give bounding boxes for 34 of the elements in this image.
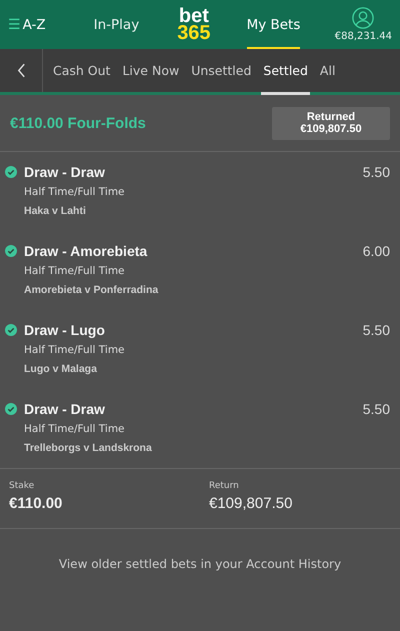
- account-history-link[interactable]: View older settled bets in your Account History: [58, 557, 342, 571]
- bets-tab[interactable]: Live Now: [120, 49, 182, 95]
- selection-name: Draw - Lugo: [24, 322, 105, 338]
- market-name: Half Time/Full Time: [24, 265, 126, 277]
- bets-tab[interactable]: Settled: [261, 49, 310, 95]
- selection-name: Draw - Draw: [24, 164, 105, 180]
- event-name: Trelleborgs v Landskrona: [24, 442, 153, 454]
- selection-odds: 5.50: [362, 322, 390, 338]
- stake-amount: €110.00: [9, 495, 64, 512]
- bet-title: €110.00 Four-Folds: [10, 114, 146, 132]
- selection-odds: 5.50: [362, 401, 390, 417]
- event-name: Amorebieta v Ponferradina: [24, 284, 160, 296]
- event-name: Lugo v Malaga: [24, 363, 98, 375]
- bets-tab[interactable]: All: [318, 49, 338, 95]
- bets-tab[interactable]: Unsettled: [189, 49, 254, 95]
- chevron-left-icon[interactable]: [16, 63, 26, 78]
- returned-badge: Returned €109,807.50: [272, 106, 390, 140]
- market-name: Half Time/Full Time: [24, 186, 126, 198]
- market-name: Half Time/Full Time: [24, 423, 126, 435]
- selection-name: Draw - Draw: [24, 401, 105, 417]
- selection-odds: 6.00: [362, 243, 390, 259]
- account-icon[interactable]: [352, 7, 374, 29]
- account-balance: €88,231.44: [334, 31, 392, 42]
- a-z-menu-button[interactable]: ☰A-Z: [8, 0, 46, 49]
- logo[interactable]: bet 365: [177, 0, 211, 49]
- selection-name: Draw - Amorebieta: [24, 243, 148, 259]
- stake-label: Stake: [9, 481, 36, 491]
- nav-tab[interactable]: In-Play: [94, 0, 140, 49]
- event-name: Haka v Lahti: [24, 205, 87, 217]
- return-label: Return: [209, 481, 240, 491]
- selection-odds: 5.50: [362, 164, 390, 180]
- bets-tab[interactable]: Cash Out: [51, 49, 112, 95]
- return-amount: €109,807.50: [209, 495, 294, 512]
- market-name: Half Time/Full Time: [24, 344, 126, 356]
